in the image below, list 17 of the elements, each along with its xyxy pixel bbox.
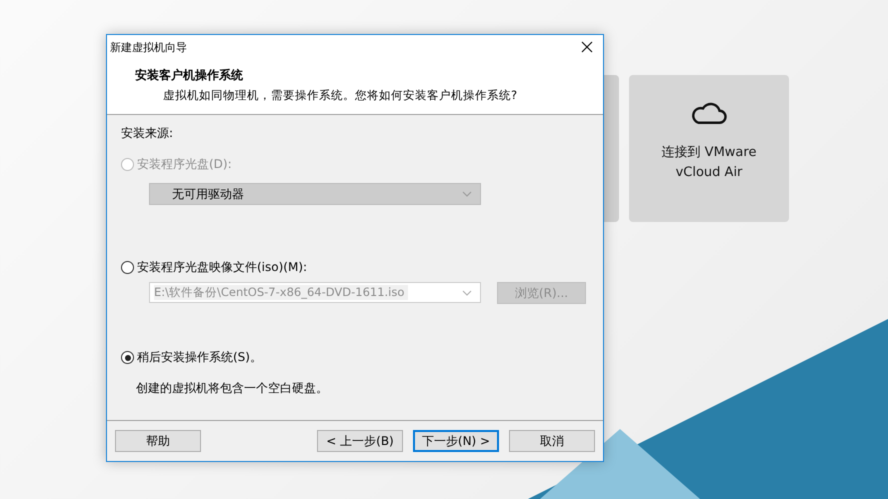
dialog-button[interactable]: 下一步(N) > xyxy=(413,430,499,452)
radio-option[interactable]: 稍后安装操作系统(S)。 xyxy=(121,349,262,366)
close-icon[interactable] xyxy=(581,41,593,53)
cloud-tile[interactable]: 连接到 VMware vCloud Air xyxy=(629,75,789,222)
section-label: 安装来源: xyxy=(121,125,174,142)
dialog-button[interactable]: 取消 xyxy=(509,430,595,452)
radio-option[interactable]: 安装程序光盘映像文件(iso)(M): xyxy=(121,259,308,276)
tile-label: 连接到 VMware vCloud Air xyxy=(660,144,758,182)
option-note: 创建的虚拟机将包含一个空白硬盘。 xyxy=(136,380,329,397)
cloud-icon xyxy=(691,101,727,125)
dialog-button[interactable]: < 上一步(B) xyxy=(317,430,403,452)
chevron-icon xyxy=(462,290,472,296)
dialog-button[interactable]: 帮助 xyxy=(115,430,201,452)
page-subtitle: 虚拟机如同物理机，需要操作系统。您将如何安装客户机操作系统? xyxy=(162,88,518,103)
page-heading: 安装客户机操作系统 xyxy=(135,67,244,84)
chevron-icon xyxy=(462,191,472,197)
window-title: 新建虚拟机向导 xyxy=(110,40,187,54)
